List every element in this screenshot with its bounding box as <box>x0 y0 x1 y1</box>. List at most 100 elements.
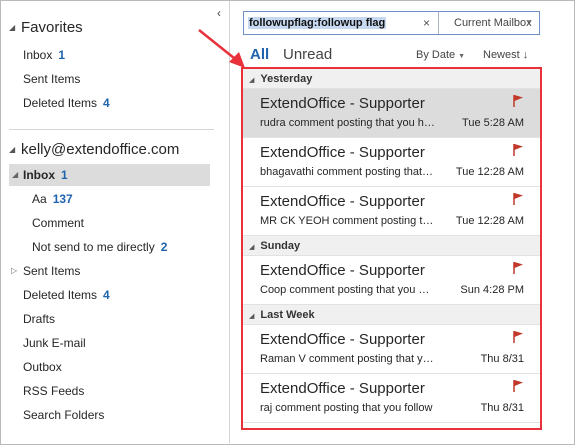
message-subject: MR CK YEOH comment posting that you <box>260 215 435 227</box>
group-header-label: Yesterday <box>260 73 313 85</box>
folder-comment-label: Comment <box>32 216 85 230</box>
fav-deleted-label: Deleted Items <box>23 96 98 110</box>
folder-sent-label: Sent Items <box>23 264 81 278</box>
sort-by-label: By Date <box>416 49 456 61</box>
arrow-down-icon: ↓ <box>522 49 529 61</box>
fav-deleted-items[interactable]: Deleted Items 4 <box>23 92 110 114</box>
nav-divider <box>9 129 214 130</box>
folder-comment[interactable]: Comment <box>32 212 84 234</box>
message-sender: ExtendOffice - Supporter <box>260 144 425 161</box>
message-list: ◢ Yesterday ExtendOffice - Supporter rudra … <box>241 67 542 430</box>
folder-inbox[interactable]: ◢ Inbox 1 <box>9 164 210 186</box>
folder-sent-items[interactable]: ▷ Sent Items <box>11 260 81 282</box>
folder-deleted-items[interactable]: Deleted Items 4 <box>23 284 110 306</box>
folder-not-send-to-me[interactable]: Not send to me directly 2 <box>32 236 167 258</box>
close-icon[interactable]: × <box>423 16 430 30</box>
followup-flag-icon[interactable] <box>512 261 524 275</box>
message-sender: ExtendOffice - Supporter <box>260 262 425 279</box>
sort-order-toggle[interactable]: Newest ↓ <box>483 49 528 61</box>
folder-aa[interactable]: Aa 137 <box>32 188 73 210</box>
followup-flag-icon[interactable] <box>512 94 524 108</box>
message-subject: raj comment posting that you follow <box>260 402 433 414</box>
folder-inbox-count: 1 <box>61 168 68 182</box>
favorites-header[interactable]: ◢ Favorites <box>9 19 83 36</box>
message-item[interactable]: ExtendOffice - Supporter raj comment post… <box>243 374 540 423</box>
search-scope-label: Current Mailbox <box>454 17 532 29</box>
collapse-triangle-icon: ◢ <box>249 77 255 84</box>
folder-aa-count: 137 <box>52 192 73 206</box>
folder-search-folders[interactable]: Search Folders <box>23 404 104 426</box>
fav-deleted-count: 4 <box>103 96 110 110</box>
expanded-triangle-icon: ◢ <box>12 170 19 179</box>
collapse-triangle-icon: ◢ <box>249 313 255 320</box>
search-input[interactable]: followupflag:followup flag × <box>243 11 439 35</box>
message-item[interactable]: ExtendOffice - Supporter Coop comment pos… <box>243 256 540 305</box>
followup-flag-icon[interactable] <box>512 143 524 157</box>
message-time: Tue 12:28 AM <box>455 215 524 227</box>
collapse-pane-icon[interactable]: ‹ <box>212 6 226 20</box>
sort-order-label: Newest <box>483 49 520 61</box>
message-item[interactable]: ExtendOffice - Supporter MR CK YEOH comme… <box>243 187 540 236</box>
fav-inbox-label: Inbox <box>23 48 53 62</box>
filter-unread-tab[interactable]: Unread <box>283 46 332 63</box>
account-header[interactable]: ◢ kelly@extendoffice.com <box>9 141 179 158</box>
collapse-triangle-icon: ◢ <box>9 145 16 154</box>
folder-rss-label: RSS Feeds <box>23 384 85 398</box>
folder-junk[interactable]: Junk E-mail <box>23 332 86 354</box>
search-scope-dropdown[interactable]: Current Mailbox ▼ <box>446 11 540 35</box>
followup-flag-icon[interactable] <box>512 330 524 344</box>
folder-pane: ‹ ◢ Favorites Inbox 1 Sent Items Deleted … <box>1 1 230 443</box>
folder-deleted-label: Deleted Items <box>23 288 98 302</box>
folder-drafts[interactable]: Drafts <box>23 308 55 330</box>
message-subject: Coop comment posting that you have <box>260 284 435 296</box>
message-subject: bhagavathi comment posting that you <box>260 166 435 178</box>
folder-aa-label: Aa <box>32 192 47 206</box>
folder-not-send-label: Not send to me directly <box>32 240 155 254</box>
followup-flag-icon[interactable] <box>512 379 524 393</box>
group-header-label: Last Week <box>260 309 315 321</box>
folder-not-send-count: 2 <box>160 240 168 254</box>
message-time: Thu 8/31 <box>480 402 524 414</box>
folder-drafts-label: Drafts <box>23 312 56 326</box>
message-subject: Raman V comment posting that you have <box>260 353 435 365</box>
message-subject: rudra comment posting that you have <box>260 117 435 129</box>
message-sender: ExtendOffice - Supporter <box>260 380 425 397</box>
collapse-triangle-icon: ◢ <box>9 23 16 32</box>
fav-sent-label: Sent Items <box>23 72 81 86</box>
folder-deleted-count: 4 <box>103 288 110 302</box>
group-header[interactable]: ◢ Yesterday <box>243 69 540 89</box>
message-pane: followupflag:followup flag × Current Mai… <box>231 1 574 443</box>
folder-junk-label: Junk E-mail <box>23 336 86 350</box>
filter-all-tab[interactable]: All <box>250 46 269 63</box>
folder-outbox[interactable]: Outbox <box>23 356 62 378</box>
chevron-down-icon: ▼ <box>525 18 533 27</box>
message-sender: ExtendOffice - Supporter <box>260 193 425 210</box>
message-item[interactable]: ExtendOffice - Supporter rudra comment po… <box>243 89 540 138</box>
followup-flag-icon[interactable] <box>512 192 524 206</box>
fav-inbox-count: 1 <box>58 48 66 62</box>
message-sender: ExtendOffice - Supporter <box>260 331 425 348</box>
message-time: Tue 5:28 AM <box>462 117 524 129</box>
folder-outbox-label: Outbox <box>23 360 62 374</box>
folder-rss[interactable]: RSS Feeds <box>23 380 84 402</box>
message-time: Sun 4:28 PM <box>460 284 524 296</box>
group-header[interactable]: ◢ Last Week <box>243 305 540 325</box>
folder-inbox-label: Inbox <box>23 168 55 182</box>
message-item[interactable]: ExtendOffice - Supporter Raman V comment … <box>243 325 540 374</box>
group-header[interactable]: ◢ Sunday <box>243 236 540 256</box>
expand-triangle-icon[interactable]: ▷ <box>11 260 17 282</box>
collapse-triangle-icon: ◢ <box>249 244 255 251</box>
search-query: followupflag:followup flag <box>248 17 387 29</box>
message-item[interactable]: ExtendOffice - Supporter bhagavathi comme… <box>243 138 540 187</box>
message-time: Tue 12:28 AM <box>455 166 524 178</box>
chevron-down-icon: ▼ <box>458 53 466 60</box>
message-sender: ExtendOffice - Supporter <box>260 95 425 112</box>
group-header-label: Sunday <box>260 240 301 252</box>
account-label: kelly@extendoffice.com <box>21 141 180 158</box>
folder-search-folders-label: Search Folders <box>23 408 105 422</box>
favorites-label: Favorites <box>21 19 83 36</box>
message-time: Thu 8/31 <box>480 353 524 365</box>
fav-inbox[interactable]: Inbox 1 <box>23 44 65 66</box>
fav-sent-items[interactable]: Sent Items <box>23 68 80 90</box>
sort-by-dropdown[interactable]: By Date ▼ <box>416 49 465 61</box>
